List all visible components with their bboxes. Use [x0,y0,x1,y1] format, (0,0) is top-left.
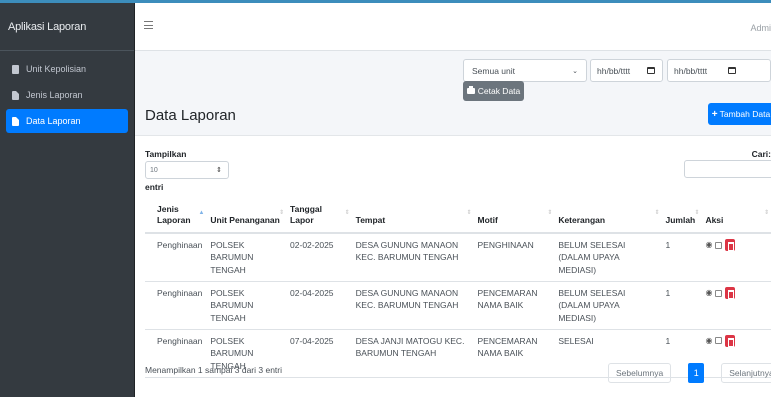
edit-icon[interactable] [715,241,723,249]
sidebar-item-label: Jenis Laporan [26,90,83,100]
show-entries-label: Tampilkan [145,149,187,159]
cell-motif: PENGHINAAN [473,233,555,283]
data-card: Tampilkan 10 ⇕ entri Cari: Jenis Laporan… [135,135,771,397]
file-icon [12,116,19,126]
sort-asc-icon: ▲ [198,210,205,217]
updown-icon: ⇕ [216,167,222,174]
building-icon [12,64,19,74]
table-row: Penghinaan POLSEK BARUMUN TENGAH 02-04-2… [145,281,771,330]
entries-length-select[interactable]: 10 ⇕ [145,161,229,179]
print-button-label: Cetak Data [477,86,521,96]
unit-filter-value: Semua unit [472,65,515,76]
sidebar-item-label: Data Laporan [26,116,81,126]
table-info: Menampilkan 1 sampai 3 dari 3 entri [145,365,283,375]
entries-label: entri [145,182,164,192]
date-from-input[interactable]: hh/bb/tttt [590,59,663,82]
cell-jumlah: 1 [661,233,702,283]
next-page-button[interactable]: Selanjutnya [721,363,771,383]
print-button[interactable]: Cetak Data [463,81,524,101]
delete-icon[interactable] [725,287,736,300]
sort-icon: ⇕ [763,210,769,217]
page-title: Data Laporan [145,107,236,124]
cell-tanggal-lapor: 07-04-2025 [286,329,352,378]
menu-toggle-icon[interactable] [144,21,153,29]
printer-icon [466,86,475,94]
cell-tempat: DESA GUNUNG MANAON KEC. BARUMUN TENGAH [351,281,474,330]
unit-filter-select[interactable]: Semua unit ⌄ [463,59,587,82]
calendar-icon[interactable] [647,67,655,74]
plus-icon: + [711,108,718,120]
delete-icon[interactable] [725,334,736,347]
date-to-placeholder: hh/bb/tttt [674,65,708,76]
date-from-placeholder: hh/bb/tttt [597,65,631,76]
report-table: Jenis Laporan ▲ Unit Penanganan ⇕ Tanggal … [145,200,771,378]
cell-tanggal-lapor: 02-04-2025 [286,281,352,330]
sort-icon: ⇕ [466,210,472,217]
sidebar-nav: Unit Kepolisian Jenis Laporan Data Lapor… [0,51,134,133]
col-header-jenis-laporan[interactable]: Jenis Laporan ▲ [145,200,207,235]
cell-aksi: ◉ [701,233,771,283]
add-button-label: Tambah Data [719,109,771,119]
table-header-row: Jenis Laporan ▲ Unit Penanganan ⇕ Tanggal … [145,200,771,235]
top-navbar: Admi [135,3,771,51]
table-row: Penghinaan POLSEK BARUMUN TENGAH 02-02-2… [145,233,771,283]
sidebar: Aplikasi Laporan Unit Kepolisian Jenis L… [0,3,135,397]
user-menu[interactable]: Admi [750,23,771,33]
sidebar-item-label: Unit Kepolisian [26,64,87,74]
cell-jumlah: 1 [661,281,702,330]
col-header-aksi[interactable]: Aksi ⇕ [701,200,771,235]
cell-tempat: DESA GUNUNG MANAON KEC. BARUMUN TENGAH [351,233,474,283]
date-to-input[interactable]: hh/bb/tttt [667,59,771,82]
sort-icon: ⇕ [547,210,553,217]
page-1-button[interactable]: 1 [688,363,705,383]
sort-icon: ⇕ [654,210,660,217]
col-header-tempat[interactable]: Tempat ⇕ [351,200,474,235]
brand-title[interactable]: Aplikasi Laporan [0,3,134,51]
cell-keterangan: BELUM SELESAI (DALAM UPAYA MEDIASI) [554,233,662,283]
sidebar-item-unit-kepolisian[interactable]: Unit Kepolisian [6,57,128,81]
prev-page-button[interactable]: Sebelumnya [608,363,672,383]
calendar-icon[interactable] [728,67,736,74]
cell-unit-penanganan: POLSEK BARUMUN TENGAH [206,233,287,283]
cell-keterangan: BELUM SELESAI (DALAM UPAYA MEDIASI) [554,281,662,330]
entries-length-value: 10 [150,166,158,174]
delete-icon[interactable] [725,239,736,252]
cell-motif: PENCEMARAN NAMA BAIK [473,281,555,330]
add-data-button[interactable]: + Tambah Data [708,103,771,125]
sidebar-item-data-laporan[interactable]: Data Laporan [6,109,128,133]
sort-icon: ⇕ [694,210,700,217]
view-icon[interactable]: ◉ [705,239,712,251]
view-icon[interactable]: ◉ [705,287,712,299]
cell-unit-penanganan: POLSEK BARUMUN TENGAH [206,281,287,330]
col-header-jumlah[interactable]: Jumlah ⇕ [661,200,702,235]
edit-icon[interactable] [715,289,723,297]
cell-motif: PENCEMARAN NAMA BAIK [473,329,555,378]
search-label: Cari: [751,149,771,159]
col-header-unit-penanganan[interactable]: Unit Penanganan ⇕ [206,200,287,235]
cell-tanggal-lapor: 02-02-2025 [286,233,352,283]
view-icon[interactable]: ◉ [705,335,712,347]
chevron-down-icon: ⌄ [572,67,578,75]
pagination: Sebelumnya 1 Selanjutnya [608,363,771,383]
edit-icon[interactable] [715,337,723,345]
cell-aksi: ◉ [701,281,771,330]
cell-tempat: DESA JANJI MATOGU KEC. BARUMUN TENGAH [351,329,474,378]
col-header-motif[interactable]: Motif ⇕ [473,200,555,235]
search-input[interactable] [684,160,771,178]
sort-icon: ⇕ [344,210,350,217]
sidebar-item-jenis-laporan[interactable]: Jenis Laporan [6,83,128,107]
cell-jenis-laporan: Penghinaan [145,281,207,330]
sort-icon: ⇕ [279,210,285,217]
cell-jenis-laporan: Penghinaan [145,233,207,283]
col-header-tanggal-lapor[interactable]: Tanggal Lapor ⇕ [286,200,352,235]
file-icon [12,90,19,100]
col-header-keterangan[interactable]: Keterangan ⇕ [554,200,662,235]
